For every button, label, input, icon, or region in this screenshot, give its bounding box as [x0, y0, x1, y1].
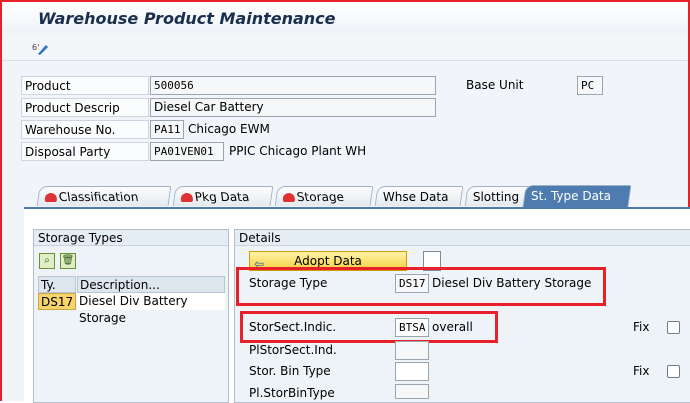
row-type-cell[interactable]: DS17: [38, 293, 76, 310]
tab-strip: Classification Pkg Data Storage Whse Dat…: [24, 185, 688, 208]
product-label: Product: [21, 76, 149, 95]
disposal-label: Disposal Party: [21, 142, 149, 161]
display-change-icon[interactable]: 6ʼ: [32, 40, 50, 56]
storage-icon: [282, 193, 295, 202]
tab-label: Slotting: [472, 190, 520, 204]
tab-label: Pkg Data: [193, 190, 251, 204]
tab-label: Whse Data: [382, 190, 449, 204]
warehouse-label: Warehouse No.: [21, 120, 149, 139]
delete-icon[interactable]: 🗑: [60, 253, 76, 269]
title-bar: Warehouse Product Maintenance: [2, 2, 688, 34]
disposal-text: PPIC Chicago Plant WH: [229, 144, 367, 158]
col-type-header: Ty.: [38, 276, 76, 293]
tab-label: Classification: [57, 190, 140, 204]
adopt-data-label: Adopt Data: [294, 254, 362, 268]
svg-text:6ʼ: 6ʼ: [32, 43, 40, 52]
highlight-box-storage-type: [236, 267, 606, 306]
plstorsect-label: PlStorSect.Ind.: [249, 343, 337, 357]
plstorsect-field[interactable]: [395, 341, 429, 360]
tab-pkg-data[interactable]: Pkg Data: [172, 186, 274, 206]
product-descr-field[interactable]: Diesel Car Battery: [150, 98, 436, 117]
disposal-field[interactable]: PA01VEN01: [150, 142, 224, 161]
pl-bin-type-field[interactable]: [395, 384, 429, 399]
row-desc-cell[interactable]: Diesel Div Battery Storage: [77, 293, 225, 325]
tab-storage[interactable]: Storage: [274, 186, 374, 206]
pkg-icon: [180, 193, 193, 202]
toolbar: 6ʼ: [2, 34, 688, 61]
fix-label-2: Fix: [633, 364, 650, 378]
base-unit-field[interactable]: PC: [577, 76, 603, 95]
product-field[interactable]: 500056: [150, 76, 436, 95]
bin-type-field[interactable]: [395, 362, 429, 381]
pl-bin-type-label: Pl.StorBinType: [249, 386, 335, 400]
details-title: Details: [235, 230, 690, 246]
storage-types-title: Storage Types: [34, 230, 228, 246]
product-descr-label: Product Descrip: [21, 98, 149, 117]
classification-icon: [44, 193, 57, 202]
tab-classification[interactable]: Classification: [36, 186, 172, 206]
fix-label-1: Fix: [633, 320, 650, 334]
tab-label: Storage: [295, 190, 345, 204]
base-unit-label: Base Unit: [466, 78, 524, 92]
fix-checkbox-1[interactable]: [667, 321, 680, 334]
warehouse-text: Chicago EWM: [188, 122, 270, 136]
tab-st-type-data[interactable]: St. Type Data: [522, 185, 632, 207]
highlight-box-storsect: [240, 311, 498, 343]
tab-label: St. Type Data: [531, 189, 611, 203]
bin-type-label: Stor. Bin Type: [249, 364, 331, 378]
warehouse-field[interactable]: PA11: [150, 120, 184, 139]
search-icon[interactable]: ⌕: [39, 253, 55, 269]
tab-whse-data[interactable]: Whse Data: [374, 186, 464, 206]
col-desc-header: Description...: [77, 276, 225, 293]
window-title: Warehouse Product Maintenance: [38, 9, 336, 28]
fix-checkbox-2[interactable]: [667, 365, 680, 378]
